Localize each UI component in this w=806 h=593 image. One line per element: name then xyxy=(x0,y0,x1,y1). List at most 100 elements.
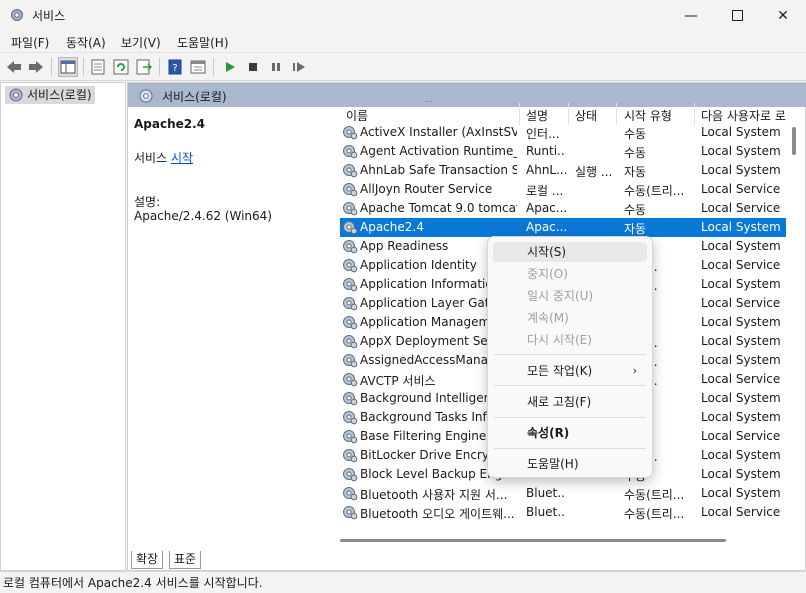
menu-separator xyxy=(494,354,646,355)
table-row[interactable]: Bluetooth 사용자 지원 서... Bluet... 수동(트리... Loc… xyxy=(340,484,786,503)
cell-name: ActiveX Installer (AxInstSV) xyxy=(360,125,517,139)
close-icon: ✕ xyxy=(777,7,789,24)
service-gear-icon xyxy=(343,183,358,197)
stop-icon xyxy=(249,63,257,71)
cell-status: 실행 ... xyxy=(575,165,613,179)
context-menu-item: 일시 중지(U) xyxy=(493,286,647,306)
pane-header-title: 서비스(로컬) xyxy=(162,90,227,104)
properties-view-button[interactable] xyxy=(88,57,108,77)
context-menu-item: 중지(O) xyxy=(493,264,647,284)
restart-service-button[interactable] xyxy=(289,57,309,77)
cell-logon: Local System xyxy=(701,220,781,234)
table-row[interactable]: Agent Activation Runtime_... Runti... 수동 Lo… xyxy=(340,142,786,161)
services-gear-icon xyxy=(9,88,23,102)
service-gear-icon xyxy=(343,202,358,216)
view-button[interactable] xyxy=(188,57,208,77)
menu-bar: 파일(F) 동작(A) 보기(V) 도움말(H) xyxy=(0,31,806,53)
list-header: ^ 이름 설명 상태 시작 유형 다음 사용자로 로 xyxy=(340,101,786,125)
column-status[interactable]: 상태 xyxy=(575,107,597,124)
help-book-icon: ? xyxy=(168,59,182,75)
context-menu-item[interactable]: 시작(S) xyxy=(493,242,647,262)
column-name[interactable]: 이름 xyxy=(346,107,368,124)
refresh-icon xyxy=(113,59,129,75)
table-row[interactable]: AllJoyn Router Service 로컬 ... 수동(트리... Loca… xyxy=(340,180,786,199)
cell-startup: 수동 xyxy=(624,127,647,141)
forward-button[interactable] xyxy=(26,57,46,77)
cell-desc: 인터... xyxy=(526,127,560,141)
document-icon xyxy=(91,59,105,75)
service-gear-icon xyxy=(343,487,358,501)
menu-help[interactable]: 도움말(H) xyxy=(177,34,229,51)
cell-name: Apache Tomcat 9.0 tomcat9 xyxy=(360,201,517,215)
service-gear-icon xyxy=(343,449,358,463)
maximize-icon xyxy=(731,10,743,21)
tab-extended[interactable]: 확장 xyxy=(131,551,164,569)
column-description[interactable]: 설명 xyxy=(526,107,548,124)
tree-item-label: 서비스(로컬) xyxy=(27,88,92,102)
show-console-tree-button[interactable] xyxy=(58,57,78,77)
cell-logon: Local System xyxy=(701,239,781,253)
tree-item-services-local[interactable]: 서비스(로컬) xyxy=(5,86,95,104)
description-label: 설명: xyxy=(134,195,161,209)
refresh-button[interactable] xyxy=(111,57,131,77)
menu-action[interactable]: 동작(A) xyxy=(66,34,106,51)
horizontal-scrollbar[interactable] xyxy=(340,539,726,542)
table-row[interactable]: AhnLab Safe Transaction S... AhnL... 실행 ..… xyxy=(340,161,786,180)
help-button[interactable]: ? xyxy=(165,57,185,77)
context-menu-item[interactable]: 속성(R) xyxy=(493,423,647,443)
service-gear-icon xyxy=(343,392,358,406)
service-gear-icon xyxy=(343,506,358,520)
service-gear-icon xyxy=(343,145,358,159)
cell-logon: Local Service xyxy=(701,201,781,215)
stop-service-button[interactable] xyxy=(243,57,263,77)
cell-logon: Local Service xyxy=(701,372,781,386)
back-arrow-icon xyxy=(7,61,21,73)
start-service-button[interactable] xyxy=(220,57,240,77)
service-gear-icon xyxy=(343,373,358,387)
service-gear-icon xyxy=(343,126,358,140)
column-startup-type[interactable]: 시작 유형 xyxy=(624,107,672,124)
table-row[interactable]: Apache Tomcat 9.0 tomcat9 Apac... 수동 Local … xyxy=(340,199,786,218)
cell-startup: 수동 xyxy=(624,146,647,160)
context-menu-item[interactable]: 모든 작업(K) › xyxy=(493,361,647,381)
export-list-button[interactable] xyxy=(134,57,154,77)
cell-logon: Local System xyxy=(701,334,781,348)
cell-desc: AhnL... xyxy=(526,163,566,177)
context-menu-item-label: 새로 고침(F) xyxy=(527,395,592,409)
service-gear-icon xyxy=(343,240,358,254)
service-gear-icon xyxy=(343,335,358,349)
menu-separator xyxy=(494,385,646,386)
cell-logon: Local System xyxy=(701,144,781,158)
pause-service-button[interactable] xyxy=(266,57,286,77)
cell-logon: Local Service xyxy=(701,258,781,272)
cell-logon: Local Service xyxy=(701,505,781,519)
table-row[interactable]: ActiveX Installer (AxInstSV) 인터... 수동 Local… xyxy=(340,123,786,142)
menu-view[interactable]: 보기(V) xyxy=(121,34,161,51)
table-row[interactable]: Apache2.4 Apac... 자동 Local System xyxy=(340,218,786,237)
cell-logon: Local System xyxy=(701,486,781,500)
cell-logon: Local System xyxy=(701,125,781,139)
context-menu-item[interactable]: 도움말(H) xyxy=(493,454,647,474)
minimize-button[interactable]: — xyxy=(668,0,714,31)
cell-startup: 수동 xyxy=(624,203,647,217)
title-bar[interactable]: 서비스 — ✕ xyxy=(0,0,806,31)
service-gear-icon xyxy=(343,468,358,482)
table-row[interactable]: Bluetooth 오디오 게이트웨... Bluet... 수동(트리... Loc… xyxy=(340,503,786,522)
close-button[interactable]: ✕ xyxy=(760,0,806,31)
cell-logon: Local System xyxy=(701,391,781,405)
context-menu-item-label: 다시 시작(E) xyxy=(527,333,592,347)
status-bar: 로컬 컴퓨터에서 Apache2.4 서비스를 시작합니다. xyxy=(0,571,806,593)
back-button[interactable] xyxy=(4,57,24,77)
cell-logon: Local Service xyxy=(701,296,781,310)
context-menu-item-label: 도움말(H) xyxy=(527,457,579,471)
tab-standard[interactable]: 표준 xyxy=(169,551,202,569)
maximize-button[interactable] xyxy=(714,0,760,31)
context-menu-item[interactable]: 새로 고침(F) xyxy=(493,392,647,412)
description-text: Apache/2.4.62 (Win64) xyxy=(134,209,272,223)
menu-file[interactable]: 파일(F) xyxy=(11,34,49,51)
start-service-link[interactable]: 시작 xyxy=(171,151,193,165)
console-tree-icon xyxy=(60,60,76,74)
vertical-scrollbar[interactable] xyxy=(792,127,796,155)
column-log-on-as[interactable]: 다음 사용자로 로 xyxy=(701,107,786,124)
menu-separator xyxy=(494,417,646,418)
